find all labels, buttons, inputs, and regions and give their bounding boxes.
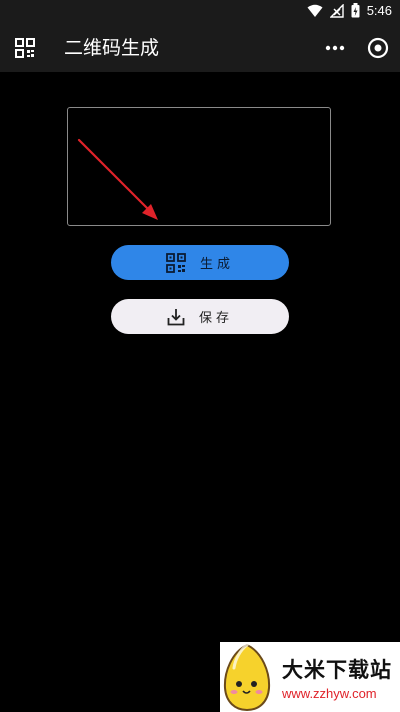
signal-icon: [329, 3, 344, 18]
save-button[interactable]: 保存: [111, 299, 289, 334]
save-button-label: 保存: [198, 311, 233, 326]
more-icon[interactable]: [325, 43, 345, 53]
watermark-url: www.zzhyw.com: [282, 685, 377, 701]
generate-button-label: 生成: [199, 257, 234, 272]
wifi-icon: [307, 4, 323, 17]
battery-icon: [351, 3, 360, 18]
app-bar: 二维码生成: [0, 24, 400, 72]
watermark-text: 大米下载站 www.zzhyw.com: [282, 654, 392, 701]
status-icons: 5:46: [307, 3, 392, 18]
qr-content-input[interactable]: [67, 107, 331, 226]
watermark: 大米下载站 www.zzhyw.com: [220, 642, 400, 712]
qr-code-icon: [166, 252, 186, 273]
watermark-title: 大米下载站: [282, 657, 392, 682]
target-icon[interactable]: [366, 36, 390, 60]
generate-button[interactable]: 生成: [111, 245, 289, 280]
qr-code-icon[interactable]: [15, 38, 35, 58]
mascot-logo: [223, 643, 271, 712]
page-title: 二维码生成: [64, 37, 160, 59]
status-time: 5:46: [366, 3, 392, 18]
status-bar: 5:46: [0, 0, 400, 24]
download-icon: [167, 308, 185, 325]
